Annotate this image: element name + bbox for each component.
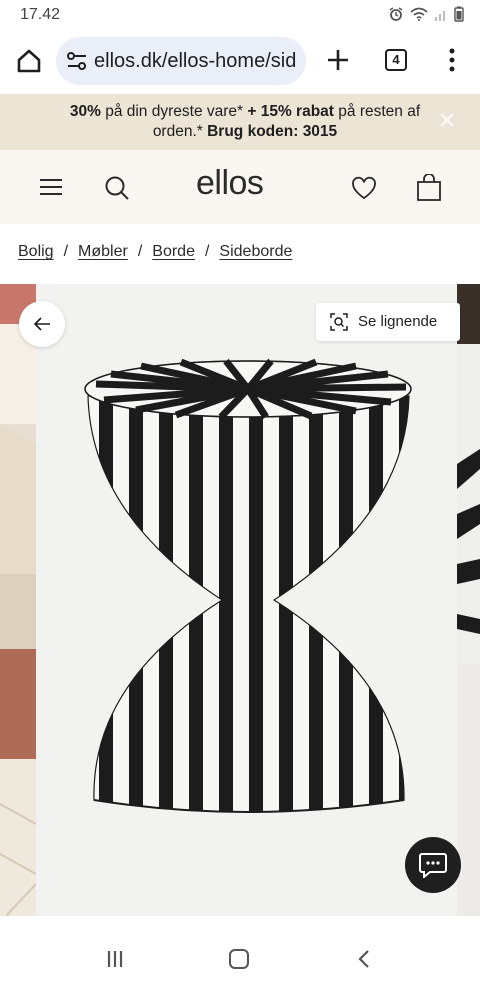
promo-text: 30% på din dyreste vare* + 15% rabat på … xyxy=(60,102,430,142)
similar-items-label: Se lignende xyxy=(358,313,438,330)
breadcrumb-separator: / xyxy=(137,243,143,260)
recent-apps-icon[interactable] xyxy=(106,950,124,968)
status-icons xyxy=(388,6,464,27)
shopping-bag-icon[interactable] xyxy=(416,173,442,202)
close-icon[interactable] xyxy=(438,111,456,129)
breadcrumb-item-sideborde[interactable]: Sideborde xyxy=(219,243,292,261)
breadcrumb-separator: / xyxy=(204,243,210,260)
tabs-icon[interactable]: 4 xyxy=(385,49,407,71)
site-logo[interactable]: ellos xyxy=(196,164,264,203)
alarm-icon xyxy=(388,6,404,27)
search-icon[interactable] xyxy=(104,175,130,201)
gallery-back-button[interactable] xyxy=(19,301,65,347)
breadcrumb-item-borde[interactable]: Borde xyxy=(152,243,195,261)
signal-icon xyxy=(434,7,448,26)
breadcrumb-item-mobler[interactable]: Møbler xyxy=(78,243,128,261)
tune-icon[interactable] xyxy=(66,51,88,71)
breadcrumb: Bolig / Møbler / Borde / Sideborde xyxy=(18,243,292,261)
arrow-left-icon xyxy=(33,317,50,331)
back-nav-icon[interactable] xyxy=(357,949,371,969)
hamburger-icon[interactable] xyxy=(40,178,62,196)
promo-text-1: på din dyreste vare* xyxy=(100,103,248,120)
breadcrumb-separator: / xyxy=(63,243,69,260)
system-nav-bar xyxy=(0,916,480,987)
product-gallery[interactable]: Se lignende xyxy=(0,284,480,916)
heart-icon[interactable] xyxy=(351,176,377,200)
product-image[interactable] xyxy=(36,284,457,916)
plus-icon[interactable] xyxy=(324,46,352,74)
home-icon[interactable] xyxy=(14,46,44,76)
wifi-icon xyxy=(410,7,428,26)
next-product-image[interactable] xyxy=(457,284,480,916)
promo-extra: + 15% rabat xyxy=(247,103,334,120)
chat-button[interactable] xyxy=(405,837,461,893)
screen: 17.42 ellos.dk/ellos-home/sid 4 30% på d… xyxy=(0,0,480,987)
status-bar: 17.42 xyxy=(0,0,480,32)
address-bar[interactable]: ellos.dk/ellos-home/sid xyxy=(56,37,306,85)
battery-icon xyxy=(454,6,464,27)
breadcrumb-item-bolig[interactable]: Bolig xyxy=(18,243,54,261)
visual-search-icon xyxy=(330,313,348,331)
promo-banner[interactable]: 30% på din dyreste vare* + 15% rabat på … xyxy=(0,94,480,150)
previous-product-image[interactable] xyxy=(0,284,36,916)
url-text[interactable]: ellos.dk/ellos-home/sid xyxy=(94,50,299,73)
status-time: 17.42 xyxy=(20,6,61,23)
chat-icon xyxy=(419,853,447,878)
kebab-icon[interactable] xyxy=(446,46,458,74)
promo-code: Brug koden: 3015 xyxy=(207,123,338,140)
promo-discount: 30% xyxy=(69,103,101,120)
site-header: ellos xyxy=(0,150,480,224)
home-nav-icon[interactable] xyxy=(229,949,249,969)
browser-bar: ellos.dk/ellos-home/sid 4 xyxy=(0,32,480,94)
similar-items-button[interactable]: Se lignende xyxy=(316,303,460,341)
